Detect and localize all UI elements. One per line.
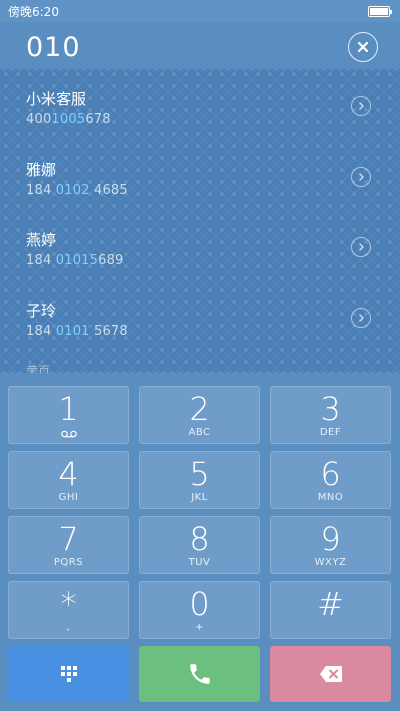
key-digit: * <box>60 585 77 623</box>
dial-keypad: 1 2 ABC 3 DEF 4 GHI 5 JKL 6 MNO 7 PQRS 8 TUV 9 WXYZ *, 0 + # <box>0 378 400 711</box>
chevron-right-icon <box>359 102 364 110</box>
dialed-number-display: 010 <box>26 32 81 63</box>
contact-number: 184 0102 4685 <box>26 183 128 198</box>
result-item[interactable]: 小米客服 4001005678 <box>0 88 400 152</box>
bottom-wave-divider <box>0 371 400 374</box>
call-button[interactable] <box>139 646 260 702</box>
result-item[interactable]: 子玲 184 0101 5678 <box>0 300 400 364</box>
contact-detail-button[interactable] <box>351 96 371 116</box>
clear-number-button[interactable] <box>348 32 378 62</box>
contact-name: 子玲 <box>26 302 57 320</box>
key-digit: 4 <box>58 455 79 493</box>
contact-number: 184 0101 5678 <box>26 324 128 339</box>
key-letters: GHI <box>58 492 79 503</box>
key-7[interactable]: 7 PQRS <box>8 516 129 574</box>
key-2[interactable]: 2 ABC <box>139 386 260 444</box>
contact-detail-button[interactable] <box>351 167 371 187</box>
close-icon <box>357 41 369 53</box>
key-6[interactable]: 6 MNO <box>270 451 391 509</box>
contact-number: 184 01015689 <box>26 253 124 268</box>
delete-digit-button[interactable] <box>270 646 391 702</box>
key-letters: MNO <box>317 492 344 503</box>
key-3[interactable]: 3 DEF <box>270 386 391 444</box>
chevron-right-icon <box>359 243 364 251</box>
key-letters: TUV <box>188 557 211 568</box>
key-digit: 7 <box>58 520 79 558</box>
battery-level <box>370 7 388 15</box>
chevron-right-icon <box>359 314 364 322</box>
key-digit: 5 <box>189 455 210 493</box>
key-star[interactable]: *, <box>8 581 129 639</box>
dialpad-icon <box>60 666 77 682</box>
key-digit: # <box>317 585 344 623</box>
key-0[interactable]: 0 + <box>139 581 260 639</box>
key-letters: PQRS <box>53 557 84 568</box>
key-9[interactable]: 9 WXYZ <box>270 516 391 574</box>
contact-detail-button[interactable] <box>351 237 371 257</box>
key-digit: 9 <box>320 520 341 558</box>
key-8[interactable]: 8 TUV <box>139 516 260 574</box>
key-digit: 1 <box>58 390 79 428</box>
key-digit: 0 <box>189 585 210 623</box>
phone-icon <box>189 664 210 684</box>
result-item[interactable]: 燕婷 184 01015689 <box>0 229 400 293</box>
key-letters: ABC <box>188 427 211 438</box>
key-digit: 6 <box>320 455 341 493</box>
contact-detail-button[interactable] <box>351 308 371 328</box>
key-1[interactable]: 1 <box>8 386 129 444</box>
status-time: 傍晚6:20 <box>8 4 59 19</box>
contact-name: 燕婷 <box>26 231 57 249</box>
key-hash[interactable]: # <box>270 581 391 639</box>
key-digit: 2 <box>189 390 210 428</box>
status-bar: 傍晚6:20 <box>0 0 400 22</box>
key-5[interactable]: 5 JKL <box>139 451 260 509</box>
dial-header: 010 <box>0 22 400 68</box>
key-letters: DEF <box>319 427 342 438</box>
contact-name: 小米客服 <box>26 90 87 108</box>
key-digit: 3 <box>320 390 341 428</box>
key-letters: WXYZ <box>314 557 347 568</box>
key-letters: , <box>66 622 71 633</box>
key-letters: JKL <box>191 492 208 503</box>
voicemail-icon <box>61 430 77 438</box>
backspace-icon <box>319 666 342 682</box>
chevron-right-icon <box>359 173 364 181</box>
top-wave-divider <box>0 68 400 71</box>
battery-icon <box>368 5 392 17</box>
contact-number: 4001005678 <box>26 112 111 127</box>
search-results-list[interactable]: 小米客服 4001005678 雅娜 184 0102 4685 燕婷 184 … <box>0 68 400 374</box>
key-4[interactable]: 4 GHI <box>8 451 129 509</box>
key-letters: + <box>195 622 204 633</box>
result-item[interactable]: 雅娜 184 0102 4685 <box>0 159 400 223</box>
toggle-keypad-button[interactable] <box>8 646 129 702</box>
key-digit: 8 <box>189 520 210 558</box>
contact-name: 雅娜 <box>26 161 57 179</box>
